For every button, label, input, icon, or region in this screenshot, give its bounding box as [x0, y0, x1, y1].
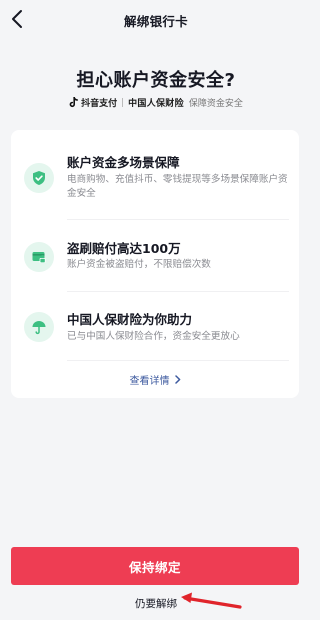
divider: [67, 291, 289, 292]
pay-brand-label: 抖音支付: [81, 99, 118, 109]
view-details-link[interactable]: 查看详情: [11, 372, 299, 387]
brand-tagline: 保障资金安全: [188, 99, 243, 109]
pay-brand: 抖音支付: [69, 96, 117, 109]
headline: 担心账户资金安全?: [76, 70, 236, 91]
nav-bar: 解绑银行卡: [0, 0, 312, 40]
page-title: 解绑银行卡: [123, 14, 188, 29]
protection-card: 账户资金多场景保障 电商购物、充值抖币、零钱提现等多场景保障账户资金安全 盗刷赔…: [11, 130, 299, 398]
feature-desc: 电商购物、充值抖币、零钱提现等多场景保障账户资金安全: [67, 174, 288, 199]
chevron-right-icon: [174, 375, 180, 384]
shield-check-icon: [24, 163, 54, 193]
feature-title: 盗刷赔付高达100万: [67, 241, 181, 256]
feature-desc: 已与中国人保财险合作，资金安全更放心: [67, 331, 240, 342]
insurer-brand: 中国人保财险: [128, 99, 184, 109]
douyin-logo-icon: [69, 97, 79, 108]
unbind-anyway-link[interactable]: 仍要解绑: [0, 596, 312, 611]
divider: [67, 219, 289, 220]
keep-binding-button[interactable]: 保持绑定: [11, 547, 299, 585]
brand-row: 抖音支付 中国人保财险 保障资金安全: [0, 96, 312, 109]
card-lock-icon: [24, 242, 54, 272]
feature-desc: 账户资金被盗赔付，不限赔偿次数: [67, 259, 211, 270]
feature-title: 账户资金多场景保障: [67, 155, 180, 170]
feature-title: 中国人保财险为你助力: [67, 312, 193, 327]
view-details-label: 查看详情: [129, 376, 170, 387]
divider: [67, 360, 289, 361]
brand-separator: [122, 98, 124, 107]
annotation-arrow-icon: [181, 592, 242, 609]
umbrella-icon: [24, 312, 54, 342]
